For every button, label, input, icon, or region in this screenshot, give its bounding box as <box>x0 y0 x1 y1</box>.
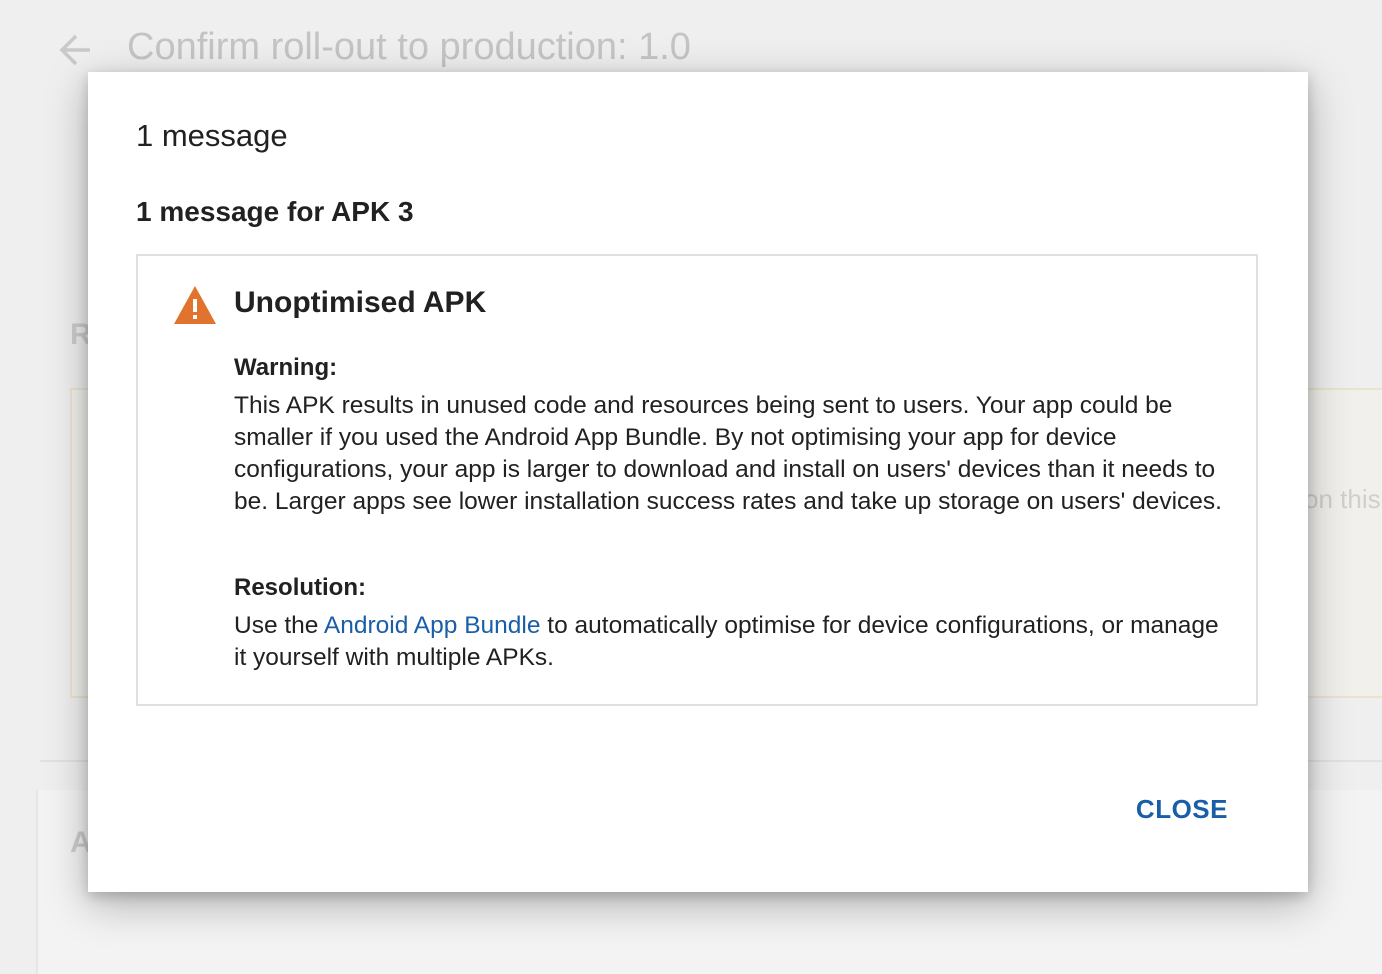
back-arrow-icon[interactable] <box>56 30 96 70</box>
resolution-text: Use the Android App Bundle to automatica… <box>234 610 1234 674</box>
android-app-bundle-link[interactable]: Android App Bundle <box>324 612 541 639</box>
warning-text: This APK results in unused code and reso… <box>234 392 1222 515</box>
dialog-title: 1 message <box>136 118 288 153</box>
warning-icon <box>172 284 218 326</box>
warning-label: Warning: <box>234 354 338 381</box>
message-card: Unoptimised APK Warning: This APK result… <box>136 254 1258 706</box>
resolution-prefix: Use the <box>234 612 324 639</box>
background-card-edge <box>1300 388 1382 698</box>
page: Confirm roll-out to production: 1.0 R on… <box>0 0 1382 974</box>
apk-messages-heading: 1 message for APK 3 <box>136 196 414 227</box>
messages-dialog: 1 message 1 message for APK 3 Unoptimise… <box>88 72 1308 892</box>
background-page-title: Confirm roll-out to production: 1.0 <box>127 26 691 68</box>
resolution-label: Resolution: <box>234 574 366 601</box>
close-button[interactable]: CLOSE <box>1134 790 1230 829</box>
message-title: Unoptimised APK <box>234 286 487 319</box>
background-card-text: on this <box>1304 484 1381 514</box>
